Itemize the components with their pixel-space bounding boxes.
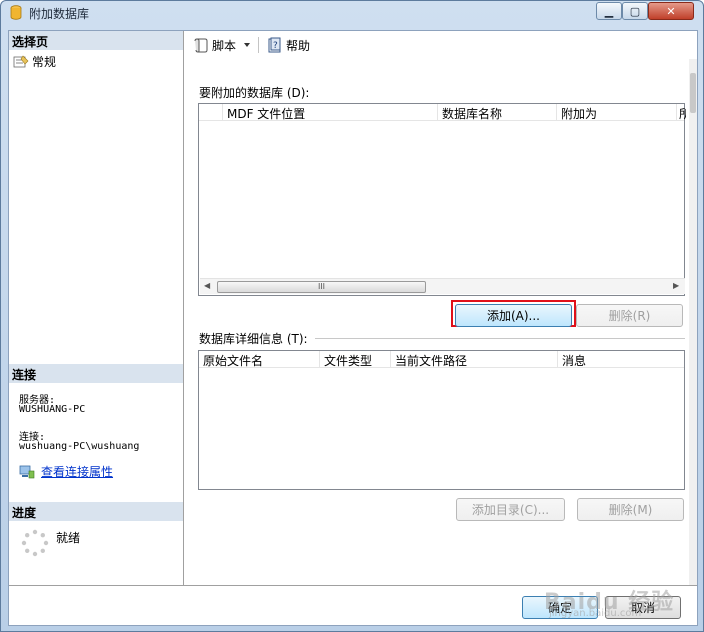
close-icon: ✕ (666, 4, 676, 18)
select-page-header: 选择页 (9, 31, 183, 50)
maximize-icon: ▢ (629, 4, 641, 18)
attach-col-owner[interactable]: 所 (677, 104, 686, 121)
help-button[interactable]: ? 帮助 (265, 35, 312, 56)
help-icon: ? (268, 37, 281, 53)
attach-col-mdf-location[interactable]: MDF 文件位置 (223, 104, 438, 121)
attach-grid-header: MDF 文件位置 数据库名称 附加为 所 (199, 104, 686, 121)
attach-col-attach-as[interactable]: 附加为 (557, 104, 677, 121)
progress-status: 就绪 (56, 531, 81, 545)
right-pane-scrollbar[interactable] (689, 59, 697, 585)
scroll-left-icon[interactable]: ◀ (204, 281, 210, 290)
attach-col-select[interactable] (199, 104, 223, 121)
view-connection-properties-link[interactable]: 查看连接属性 (19, 463, 113, 480)
connection-value: wushuang-PC\wushuang (19, 441, 140, 452)
details-col-current-path[interactable]: 当前文件路径 (391, 351, 558, 368)
general-page-icon (13, 55, 29, 67)
page-item-general[interactable]: 常规 (13, 53, 56, 70)
toolbar: 脚本 ? 帮助 (185, 31, 697, 59)
database-details-label: 数据库详细信息 (T): (199, 332, 308, 346)
svg-text:?: ? (273, 41, 278, 51)
details-separator (315, 338, 685, 339)
close-button[interactable]: ✕ (648, 2, 694, 20)
script-button[interactable]: 脚本 (191, 35, 238, 56)
right-pane: 脚本 ? 帮助 要附加的数据库 (D): MDF 文件位置 数据库名称 附加为 … (185, 31, 697, 585)
remove-attach-button[interactable]: 删除(R) (576, 304, 683, 327)
script-label: 脚本 (212, 38, 237, 53)
left-pane: 选择页 常规 连接 服务器: WUSHUANG-PC 连接: wushuang-… (9, 31, 184, 585)
add-button[interactable]: 添加(A)... (455, 304, 572, 327)
progress-header: 进度 (9, 502, 183, 521)
details-col-original-file[interactable]: 原始文件名 (199, 351, 320, 368)
connection-properties-icon (19, 465, 35, 478)
details-grid-header: 原始文件名 文件类型 当前文件路径 消息 (199, 351, 684, 368)
baidu-watermark-url: jingyan.baidu.com (549, 608, 642, 619)
window-title: 附加数据库 (29, 7, 90, 21)
view-connection-properties-label: 查看连接属性 (41, 465, 114, 479)
help-label: 帮助 (286, 38, 311, 53)
dialog-client-area: 选择页 常规 连接 服务器: WUSHUANG-PC 连接: wushuang-… (8, 30, 698, 626)
toolbar-separator (258, 37, 260, 53)
attach-databases-label: 要附加的数据库 (D): (199, 86, 310, 100)
attach-grid-hscrollbar[interactable]: ◀ III ▶ (200, 278, 685, 294)
scrollbar-thumb[interactable] (690, 73, 696, 113)
database-details-grid[interactable]: 原始文件名 文件类型 当前文件路径 消息 (198, 350, 685, 490)
details-col-file-type[interactable]: 文件类型 (320, 351, 391, 368)
progress-spinner-icon (21, 529, 49, 557)
script-dropdown-chevron-icon[interactable] (242, 40, 252, 50)
add-catalog-button[interactable]: 添加目录(C)... (456, 498, 565, 521)
details-col-message[interactable]: 消息 (558, 351, 684, 368)
maximize-button[interactable]: ▢ (622, 2, 648, 20)
connection-header: 连接 (9, 364, 183, 383)
attach-database-window: 附加数据库 ▁ ▢ ✕ 选择页 常规 连接 服务器: WUSHUANG-PC 连… (0, 0, 704, 632)
attach-col-database-name[interactable]: 数据库名称 (438, 104, 557, 121)
title-bar[interactable]: 附加数据库 ▁ ▢ ✕ (1, 1, 703, 23)
hscroll-thumb[interactable]: III (217, 281, 426, 293)
attach-databases-grid[interactable]: MDF 文件位置 数据库名称 附加为 所 ◀ III ▶ (198, 103, 686, 296)
minimize-icon: ▁ (604, 4, 614, 18)
script-icon (194, 38, 208, 53)
database-icon (10, 5, 22, 20)
page-item-label: 常规 (32, 55, 57, 69)
remove-details-button[interactable]: 删除(M) (577, 498, 684, 521)
scroll-right-icon[interactable]: ▶ (673, 281, 679, 290)
server-value: WUSHUANG-PC (19, 404, 86, 415)
minimize-button[interactable]: ▁ (596, 2, 622, 20)
